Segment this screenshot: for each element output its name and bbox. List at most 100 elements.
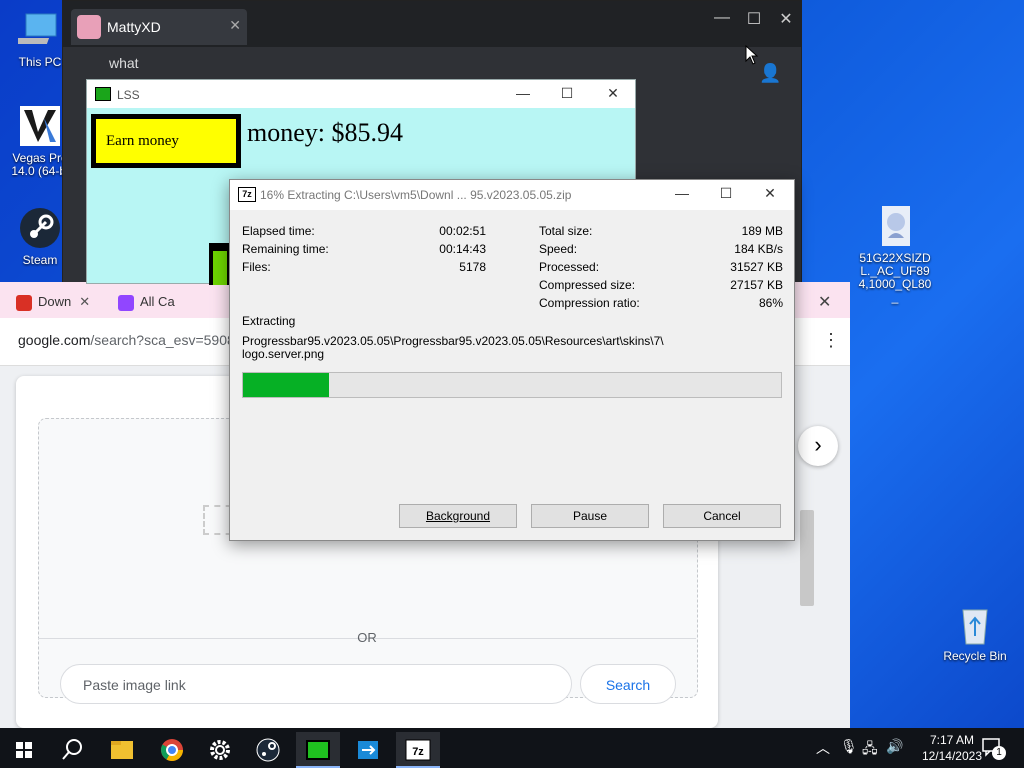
close-icon[interactable]: ✕ <box>818 292 831 312</box>
add-user-icon[interactable]: 👤 <box>759 63 781 84</box>
folder-icon <box>111 741 133 759</box>
url-text[interactable]: google.com/search?sca_esv=59088 <box>18 332 243 348</box>
url-host: google.com <box>18 332 91 348</box>
maximize-icon[interactable]: ☐ <box>704 185 748 202</box>
taskbar: 7z ︿ 🎙 🖧 🔊 7:17 AM 12/14/2023 1 <box>0 728 1024 768</box>
image-file-icon <box>874 204 918 248</box>
desktop-icon-recycle-bin[interactable]: Recycle Bin <box>935 602 1015 663</box>
close-icon[interactable]: ✕ <box>79 294 90 309</box>
network-icon[interactable]: 🖧 <box>862 738 878 762</box>
taskbar-app[interactable] <box>346 732 390 768</box>
progress-icon <box>306 740 330 760</box>
extracting-label: Extracting <box>242 314 296 328</box>
avatar <box>77 15 101 39</box>
close-icon[interactable]: ✕ <box>593 85 633 102</box>
chrome-tab-label: All Ca <box>140 294 175 309</box>
progress-icon <box>95 87 111 101</box>
zip-title: 16% Extracting C:\Users\vm5\Downl ... 95… <box>260 188 572 202</box>
pause-button[interactable]: Pause <box>531 504 649 528</box>
maximize-icon[interactable]: ☐ <box>739 9 769 29</box>
steam-icon <box>256 738 280 762</box>
7zip-icon: 7z <box>238 187 256 202</box>
search-button[interactable]: Search <box>580 664 676 704</box>
minimize-icon[interactable]: — <box>660 185 704 201</box>
computer-icon <box>8 8 62 52</box>
stat-value: 189 MB <box>741 224 783 238</box>
chevron-up-icon[interactable]: ︿ <box>816 738 830 758</box>
notification-badge: 1 <box>992 746 1006 760</box>
close-icon[interactable]: ✕ <box>229 17 241 34</box>
taskbar-file-explorer[interactable] <box>100 732 144 768</box>
cancel-button[interactable]: Cancel <box>663 504 781 528</box>
stat-value: 5178 <box>459 260 486 274</box>
earn-money-button[interactable]: Earn money <box>91 114 241 168</box>
steam-icon <box>18 206 62 250</box>
taskbar-chrome[interactable] <box>150 732 194 768</box>
stat-value: 86% <box>758 296 783 310</box>
current-file-path: Progressbar95.v2023.05.05\Progressbar95.… <box>242 334 664 348</box>
stat-value: 184 KB/s <box>734 242 783 256</box>
maximize-icon[interactable]: ☐ <box>547 85 587 102</box>
background-button[interactable]: Background <box>399 504 517 528</box>
stat-value: 31527 KB <box>730 260 783 274</box>
7zip-icon: 7z <box>405 739 431 761</box>
desktop-icon-label: Steam <box>22 253 58 267</box>
stat-label: Files: <box>242 260 271 274</box>
stat-value: 00:02:51 <box>439 224 486 238</box>
twitch-icon <box>118 294 134 311</box>
close-icon[interactable]: ✕ <box>748 185 792 202</box>
paste-image-link-input[interactable]: Paste image link <box>60 664 572 704</box>
extract-progress-bar <box>242 372 782 398</box>
recycle-bin-icon <box>953 602 997 646</box>
discord-tab-name: MattyXD <box>107 19 161 35</box>
desktop-icon-label: Recycle Bin <box>943 649 1007 663</box>
taskbar-settings[interactable] <box>198 732 242 768</box>
start-button[interactable] <box>2 732 46 768</box>
chrome-tab-label: Down <box>38 294 72 309</box>
chevron-right-icon[interactable]: › <box>798 426 838 466</box>
svg-text:7z: 7z <box>412 746 424 758</box>
more-options-icon[interactable]: ⋮ <box>822 330 840 351</box>
desktop-icon-image-file[interactable]: 51G22XSIZDL._AC_UF894,1000_QL80_ <box>856 204 936 304</box>
scrollbar[interactable] <box>800 510 814 606</box>
stat-label: Remaining time: <box>242 242 329 256</box>
button-label: Cancel <box>703 509 741 523</box>
discord-tab-mattyxd[interactable]: MattyXD ✕ <box>71 9 247 45</box>
taskbar-steam[interactable] <box>246 732 290 768</box>
progress-fill <box>243 373 330 397</box>
close-icon[interactable]: ✕ <box>771 9 801 29</box>
button-label: Background <box>425 509 491 523</box>
lss-titlebar: LSS — ☐ ✕ <box>87 80 635 108</box>
lss-title: LSS <box>117 88 140 102</box>
stat-label: Compressed size: <box>539 278 636 292</box>
app-icon <box>358 741 378 759</box>
windows-icon <box>16 742 32 758</box>
stat-label: Processed: <box>539 260 600 274</box>
taskbar-lss[interactable] <box>296 732 340 768</box>
desktop-icon-label: This PC <box>18 55 62 69</box>
vegas-pro-icon <box>18 104 62 148</box>
search-button[interactable] <box>50 732 94 768</box>
current-file-name: logo.server.png <box>242 347 325 361</box>
extract-progress-dialog: 7z 16% Extracting C:\Users\vm5\Downl ...… <box>229 179 795 541</box>
chrome-tab-twitch[interactable]: All Ca <box>118 288 175 316</box>
stat-label: Compression ratio: <box>539 296 640 310</box>
chrome-tab-download[interactable]: Down ✕ <box>16 288 90 316</box>
desktop-icon-label: 51G22XSIZDL._AC_UF894,1000_QL80_ <box>858 251 932 304</box>
gear-icon <box>210 740 230 760</box>
mouse-cursor <box>745 45 759 65</box>
taskbar-7zip[interactable]: 7z <box>396 732 440 768</box>
system-clock[interactable]: 7:17 AM 12/14/2023 <box>922 732 982 764</box>
money-label: money: $85.94 <box>247 118 403 147</box>
minimize-icon[interactable]: — <box>707 9 737 27</box>
notification-center-button[interactable]: 1 <box>980 736 1010 760</box>
zip-titlebar: 7z 16% Extracting C:\Users\vm5\Downl ...… <box>230 180 794 210</box>
or-text: OR <box>357 630 377 645</box>
volume-icon[interactable]: 🔊 <box>886 738 903 755</box>
progress-segment <box>209 243 231 285</box>
search-icon <box>62 739 82 760</box>
microphone-icon[interactable]: 🎙 <box>840 738 858 755</box>
clock-date: 12/14/2023 <box>921 749 982 763</box>
discord-message: what <box>109 55 139 71</box>
minimize-icon[interactable]: — <box>503 85 543 101</box>
